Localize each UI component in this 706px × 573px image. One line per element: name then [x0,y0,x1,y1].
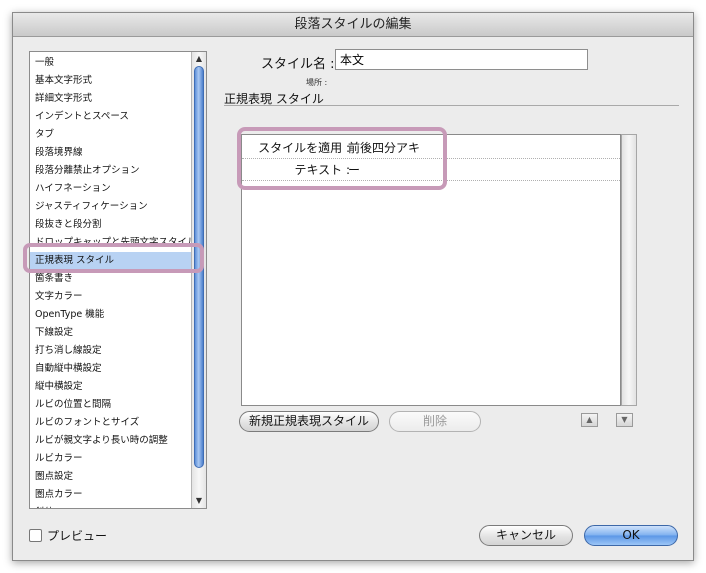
sidebar-item[interactable]: インデントとスペース [30,108,192,126]
sidebar-item[interactable]: 詳細文字形式 [30,90,192,108]
sidebar-item[interactable]: タブ [30,126,192,144]
cancel-button[interactable]: キャンセル [479,525,573,546]
triangle-down-icon[interactable]: ▼ [192,495,206,507]
sidebar-item[interactable]: 圏点カラー [30,486,192,504]
sidebar-item[interactable]: OpenType 機能 [30,306,192,324]
section-divider [224,105,679,106]
sidebar-item[interactable]: 縦中横設定 [30,378,192,396]
regex-rule-highlight [237,127,447,190]
preview-checkbox[interactable] [29,528,42,542]
style-name-input[interactable] [335,49,588,70]
move-up-icon[interactable]: ▲ [581,413,598,427]
triangle-up-icon[interactable]: ▲ [192,53,206,65]
sidebar-item[interactable]: 基本文字形式 [30,72,192,90]
sidebar-item[interactable]: ジャスティフィケーション [30,198,192,216]
regex-list-scrollbar[interactable] [621,134,637,406]
preview-label: プレビュー [47,528,108,543]
ok-button[interactable]: OK [584,525,678,546]
sidebar-item[interactable]: 下線設定 [30,324,192,342]
paragraph-style-dialog: 段落スタイルの編集 一般 基本文字形式 詳細文字形式 インデントとスペース タブ 段落境界… [12,12,694,561]
location-label: 場所 : [306,78,328,87]
move-down-icon[interactable]: ▼ [616,413,633,427]
sidebar-item[interactable]: 段落分離禁止オプション [30,162,192,180]
sidebar-item[interactable]: ルビが親文字より長い時の調整 [30,432,192,450]
category-list: 一般 基本文字形式 詳細文字形式 インデントとスペース タブ 段落境界線 段落分離禁止オプシ… [29,51,207,509]
sidebar-item[interactable]: ルビのフォントとサイズ [30,414,192,432]
style-name-label: スタイル名 : [261,57,335,72]
category-scrollbar[interactable]: ▲ ▼ [191,52,206,508]
sidebar-item[interactable]: ハイフネーション [30,180,192,198]
new-regex-style-button[interactable]: 新規正規表現スタイル [239,411,379,432]
selected-item-highlight [23,243,204,273]
sidebar-item[interactable]: 段落境界線 [30,144,192,162]
delete-button[interactable]: 削除 [389,411,481,432]
sidebar-item[interactable]: ルビの位置と間隔 [30,396,192,414]
sidebar-item[interactable]: 打ち消し線設定 [30,342,192,360]
sidebar-item[interactable]: 圏点設定 [30,468,192,486]
sidebar-item[interactable]: 斜体 [30,504,192,508]
category-list-items: 一般 基本文字形式 詳細文字形式 インデントとスペース タブ 段落境界線 段落分離禁止オプシ… [30,52,192,508]
sidebar-item[interactable]: 一般 [30,54,192,72]
sidebar-item[interactable]: 自動縦中横設定 [30,360,192,378]
sidebar-item[interactable]: 文字カラー [30,288,192,306]
sidebar-item[interactable]: 段抜きと段分割 [30,216,192,234]
dialog-title: 段落スタイルの編集 [13,13,693,37]
preview-option[interactable]: プレビュー [29,527,107,543]
sidebar-item[interactable]: ルビカラー [30,450,192,468]
